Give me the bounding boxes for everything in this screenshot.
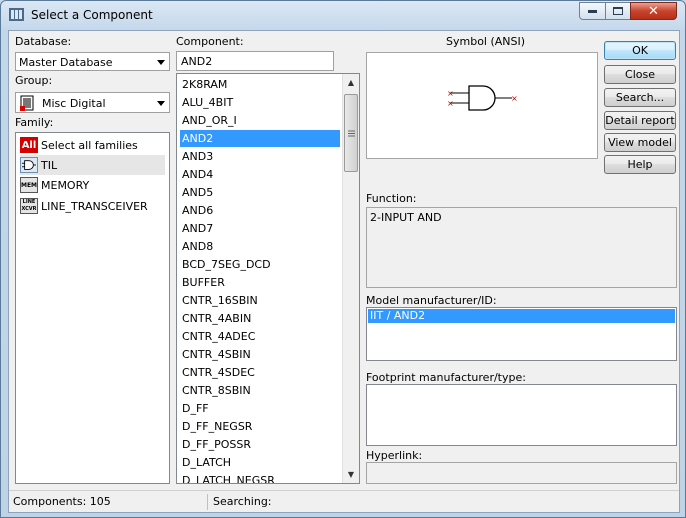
component-scrollbar[interactable]: ▲ ▼ (342, 74, 359, 483)
detail-report-button[interactable]: Detail report (604, 111, 676, 130)
arrow-up-icon: ▲ (347, 78, 355, 87)
family-item-label: Select all families (41, 138, 138, 152)
footprint-label: Footprint manufacturer/type: (366, 371, 526, 384)
model-list[interactable]: IIT / AND2 (366, 307, 677, 361)
hyperlink-label: Hyperlink: (366, 449, 423, 462)
footprint-list[interactable] (366, 384, 677, 446)
model-item[interactable]: IIT / AND2 (368, 309, 675, 323)
ok-button[interactable]: OK (604, 41, 676, 60)
svg-text:×: × (511, 94, 518, 103)
component-list-item[interactable]: CNTR_4SBIN (180, 346, 340, 363)
scroll-down-button[interactable]: ▼ (343, 466, 359, 483)
family-list[interactable]: All Select all families TIL MEM MEMORY L… (15, 132, 170, 484)
component-list-item[interactable]: AND3 (180, 148, 340, 165)
component-list-item[interactable]: CNTR_16SBIN (180, 292, 340, 309)
component-list-item[interactable]: CNTR_4ABIN (180, 310, 340, 327)
and-gate-symbol: × × × (447, 85, 518, 111)
minimize-button[interactable] (579, 2, 606, 20)
all-families-icon: All (20, 137, 38, 153)
searching-status: Searching: (213, 495, 272, 508)
minimize-icon (588, 10, 597, 13)
component-search-input[interactable] (176, 51, 334, 71)
maximize-button[interactable] (605, 2, 631, 20)
app-icon (9, 8, 24, 21)
component-list-item[interactable]: BUFFER (180, 274, 340, 291)
window-title: Select a Component (31, 8, 153, 22)
component-list[interactable]: 2K8RAM ALU_4BIT AND_OR_I AND2 AND3 AND4 AND5 AN… (176, 73, 360, 484)
function-box: 2-INPUT AND (366, 207, 677, 288)
component-list-item[interactable]: D_FF_POSSR (180, 436, 340, 453)
family-item-label: TIL (41, 158, 58, 172)
dialog-client-area: Database: Master Database Group: Misc Di… (8, 30, 680, 513)
status-bar: Components: 105 Searching: (9, 490, 679, 512)
scroll-up-button[interactable]: ▲ (343, 74, 359, 91)
grip-icon (347, 130, 355, 136)
family-item-line-transceiver[interactable]: LINE XCVR LINE_TRANSCEIVER (20, 196, 165, 216)
arrow-down-icon: ▼ (347, 470, 355, 479)
family-item-label: MEMORY (41, 178, 90, 192)
component-list-item[interactable]: 2K8RAM (180, 76, 340, 93)
component-list-item[interactable]: AND6 (180, 202, 340, 219)
component-list-item[interactable]: D_FF_NEGSR (180, 418, 340, 435)
close-window-button[interactable]: ✕ (630, 2, 677, 20)
component-list-item[interactable]: AND_OR_I (180, 112, 340, 129)
family-item-memory[interactable]: MEM MEMORY (20, 175, 165, 195)
family-item-all[interactable]: All Select all families (20, 135, 165, 155)
component-list-item[interactable]: AND8 (180, 238, 340, 255)
close-button[interactable]: Close (604, 65, 676, 84)
component-list-item[interactable]: CNTR_4SDEC (180, 364, 340, 381)
component-list-item[interactable]: CNTR_8SBIN (180, 382, 340, 399)
family-label: Family: (15, 116, 54, 129)
group-label: Group: (15, 74, 53, 87)
component-list-item[interactable]: D_LATCH_NEGSR (180, 472, 340, 483)
component-list-item[interactable]: AND7 (180, 220, 340, 237)
component-list-item[interactable]: D_FF (180, 400, 340, 417)
svg-text:×: × (447, 99, 454, 108)
close-icon: ✕ (648, 3, 659, 19)
symbol-preview: × × × (366, 52, 598, 159)
database-label: Database: (15, 35, 72, 48)
component-list-item[interactable]: BCD_7SEG_DCD (180, 256, 340, 273)
memory-icon: MEM (20, 177, 38, 193)
chevron-down-icon (157, 60, 165, 65)
scroll-thumb[interactable] (344, 94, 358, 172)
help-button[interactable]: Help (604, 155, 676, 174)
component-list-item[interactable]: AND4 (180, 166, 340, 183)
component-label: Component: (176, 35, 244, 48)
component-count: Components: 105 (13, 495, 111, 508)
component-list-item[interactable]: D_LATCH (180, 454, 340, 471)
function-label: Function: (366, 192, 417, 205)
til-gate-icon (20, 157, 38, 173)
chevron-down-icon (157, 101, 165, 106)
title-bar[interactable]: Select a Component ✕ (1, 1, 685, 29)
group-select[interactable]: Misc Digital (15, 92, 170, 113)
search-button[interactable]: Search... (604, 88, 676, 107)
function-value: 2-INPUT AND (370, 211, 442, 224)
group-value: Misc Digital (42, 97, 106, 110)
component-list-item[interactable]: AND2 (179, 129, 341, 148)
hyperlink-box[interactable] (366, 462, 677, 484)
component-list-item[interactable]: CNTR_4ADEC (180, 328, 340, 345)
component-list-item[interactable]: ALU_4BIT (180, 94, 340, 111)
family-item-til[interactable]: TIL (20, 155, 165, 175)
model-label: Model manufacturer/ID: (366, 294, 497, 307)
database-value: Master Database (19, 56, 113, 69)
family-item-label: LINE_TRANSCEIVER (41, 199, 148, 213)
view-model-button[interactable]: View model (604, 133, 676, 152)
database-select[interactable]: Master Database (15, 52, 170, 71)
symbol-label: Symbol (ANSI) (446, 35, 526, 48)
misc-digital-icon (20, 95, 34, 111)
line-transceiver-icon: LINE XCVR (20, 198, 38, 214)
component-list-item[interactable]: AND5 (180, 184, 340, 201)
dialog-window: Select a Component ✕ Database: Master Da… (0, 0, 686, 518)
maximize-icon (613, 7, 623, 15)
status-divider (207, 494, 208, 510)
svg-text:×: × (447, 89, 454, 98)
